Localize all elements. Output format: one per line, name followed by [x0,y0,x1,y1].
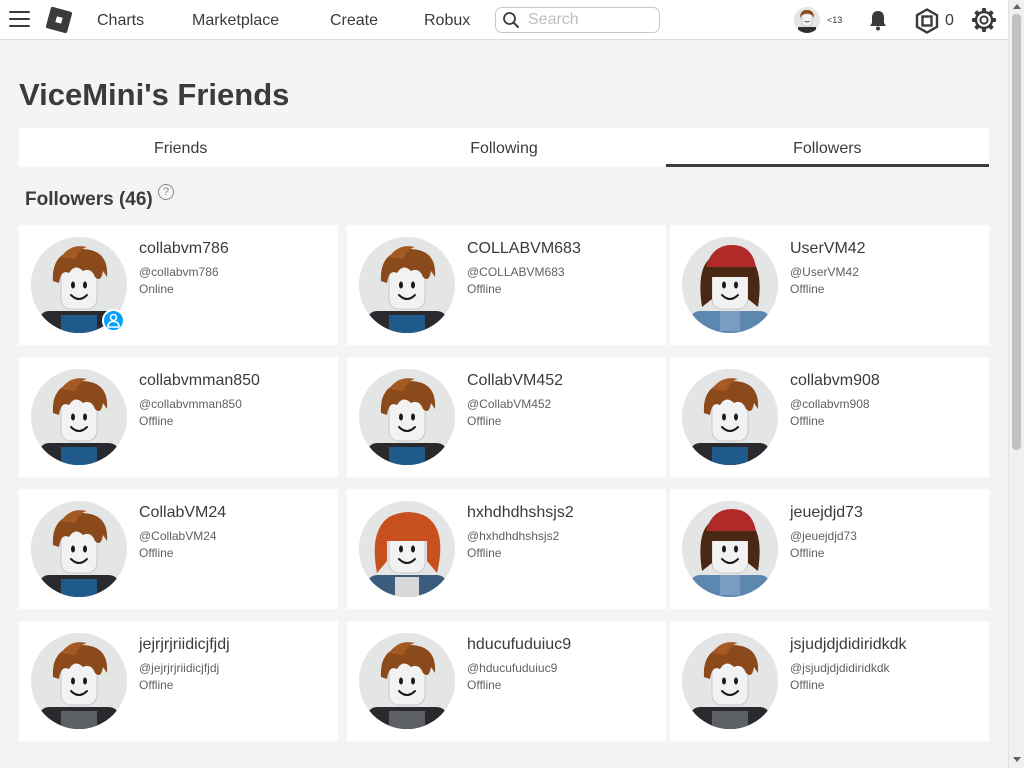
follower-avatar[interactable] [31,501,127,597]
nav-robux[interactable]: Robux [424,12,470,30]
scroll-up-arrow-icon[interactable] [1013,4,1021,9]
follower-presence-status: Offline [139,546,174,560]
follower-card[interactable]: hducufuduiuc9 @hducufuduiuc9 Offline [347,621,666,741]
follower-username: @hducufuduiuc9 [467,661,558,675]
robux-balance[interactable]: 0 [945,12,954,30]
follower-presence-status: Offline [467,282,502,296]
follower-presence-status: Offline [467,414,502,428]
nav-marketplace[interactable]: Marketplace [192,12,279,30]
follower-avatar[interactable] [359,369,455,465]
follower-avatar[interactable] [682,633,778,729]
follower-presence-status: Offline [139,414,174,428]
follower-username: @collabvm908 [790,397,870,411]
tab-friends[interactable]: Friends [19,128,343,167]
follower-card[interactable]: collabvmman850 @collabvmman850 Offline [19,357,338,477]
follower-avatar[interactable] [682,237,778,333]
follower-username: @CollabVM24 [139,529,217,543]
age-bracket-label: <13 [827,15,843,25]
follower-card[interactable]: CollabVM452 @CollabVM452 Offline [347,357,666,477]
follower-username: @CollabVM452 [467,397,552,411]
follower-display-name[interactable]: jejrjrjriidicjfjdj [139,636,230,654]
follower-username: @collabvm786 [139,265,219,279]
tab-following[interactable]: Following [342,128,666,167]
search-icon[interactable] [502,11,520,29]
follower-card[interactable]: collabvm786 @collabvm786 Online [19,225,338,345]
follower-avatar[interactable] [359,633,455,729]
follower-display-name[interactable]: jsjudjdjdidiridkdk [790,636,907,654]
follower-avatar[interactable] [359,237,455,333]
followers-count-heading: Followers (46) [25,189,153,210]
user-avatar-thumbnail[interactable] [794,7,820,33]
follower-avatar[interactable] [682,369,778,465]
follower-card[interactable]: jeuejdjd73 @jeuejdjd73 Offline [670,489,989,609]
follower-display-name[interactable]: collabvm786 [139,240,229,258]
online-presence-icon [102,309,125,332]
follower-display-name[interactable]: UserVM42 [790,240,866,258]
follower-username: @jeuejdjd73 [790,529,857,543]
follower-username: @UserVM42 [790,265,859,279]
follower-username: @jejrjrjriidicjfjdj [139,661,220,675]
search-input[interactable] [528,10,653,30]
follower-username: @hxhdhdhshsjs2 [467,529,560,543]
follower-username: @jsjudjdjdidiridkdk [790,661,890,675]
follower-display-name[interactable]: COLLABVM683 [467,240,581,258]
robux-icon[interactable] [914,8,940,34]
friends-tabs: Friends Following Followers [19,128,989,167]
follower-username: @collabvmman850 [139,397,242,411]
follower-avatar[interactable] [31,369,127,465]
follower-card[interactable]: UserVM42 @UserVM42 Offline [670,225,989,345]
follower-avatar[interactable] [359,501,455,597]
scroll-down-arrow-icon[interactable] [1013,757,1021,762]
page-title: ViceMini's Friends [19,77,290,112]
follower-card[interactable]: jsjudjdjdidiridkdk @jsjudjdjdidiridkdk Off… [670,621,989,741]
nav-charts[interactable]: Charts [97,12,144,30]
follower-presence-status: Offline [790,546,825,560]
follower-presence-status: Offline [467,678,502,692]
follower-card[interactable]: hxhdhdhshsjs2 @hxhdhdhshsjs2 Offline [347,489,666,609]
follower-display-name[interactable]: collabvm908 [790,372,880,390]
follower-display-name[interactable]: CollabVM24 [139,504,226,522]
follower-presence-status: Offline [467,546,502,560]
follower-presence-status: Offline [790,414,825,428]
search-box [495,7,660,33]
scrollbar-thumb[interactable] [1012,14,1021,450]
page-scrollbar[interactable] [1008,0,1024,768]
follower-card[interactable]: CollabVM24 @CollabVM24 Offline [19,489,338,609]
follower-card[interactable]: collabvm908 @collabvm908 Offline [670,357,989,477]
roblox-logo-icon[interactable] [45,6,73,34]
top-navigation-bar: Charts Marketplace Create Robux <13 0 [0,0,1008,40]
settings-gear-icon[interactable] [971,7,997,33]
follower-presence-status: Offline [790,282,825,296]
nav-create[interactable]: Create [330,12,378,30]
menu-icon[interactable] [9,11,30,28]
follower-presence-status: Offline [790,678,825,692]
follower-display-name[interactable]: jeuejdjd73 [790,504,863,522]
follower-card[interactable]: jejrjrjriidicjfjdj @jejrjrjriidicjfjdj Off… [19,621,338,741]
follower-avatar[interactable] [31,633,127,729]
follower-display-name[interactable]: collabvmman850 [139,372,260,390]
follower-card[interactable]: COLLABVM683 @COLLABVM683 Offline [347,225,666,345]
tab-followers[interactable]: Followers [665,128,989,167]
follower-username: @COLLABVM683 [467,265,565,279]
follower-display-name[interactable]: hducufuduiuc9 [467,636,571,654]
follower-avatar[interactable] [682,501,778,597]
notifications-bell-icon[interactable] [866,8,890,32]
follower-presence-status: Offline [139,678,174,692]
help-icon[interactable]: ? [158,184,174,200]
follower-display-name[interactable]: hxhdhdhshsjs2 [467,504,574,522]
follower-display-name[interactable]: CollabVM452 [467,372,563,390]
follower-presence-status: Online [139,282,174,296]
